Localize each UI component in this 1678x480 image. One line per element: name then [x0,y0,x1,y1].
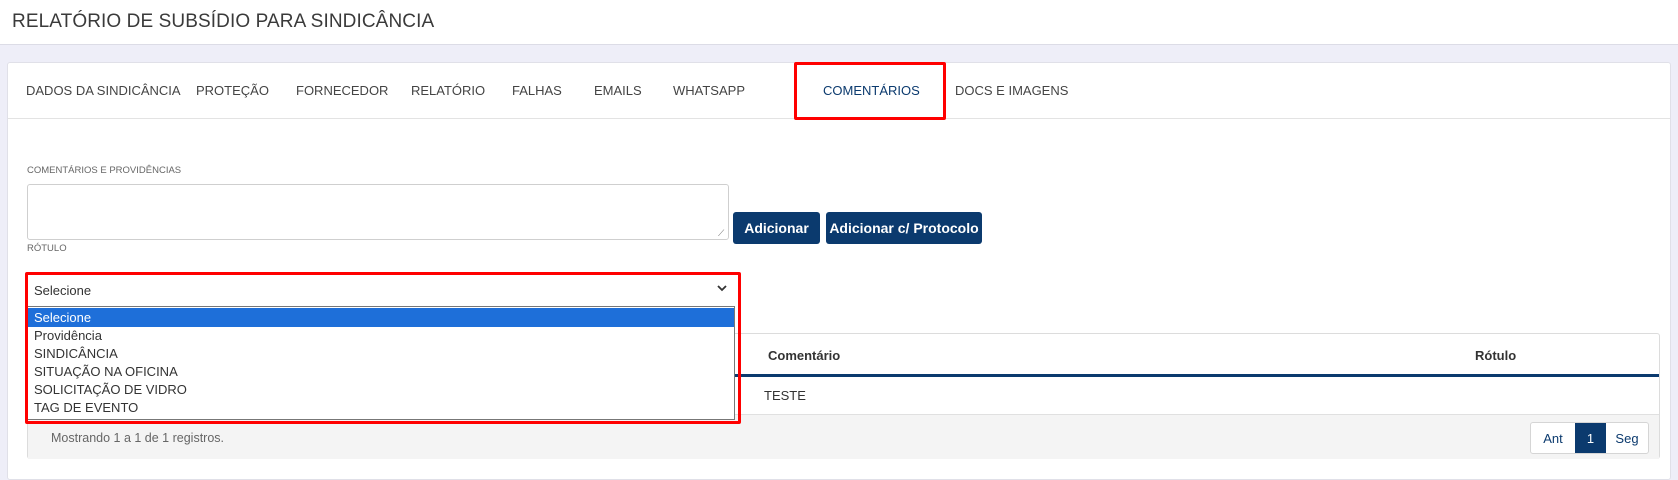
tab-whatsapp[interactable]: WHATSAPP [673,83,745,98]
table-info: Mostrando 1 a 1 de 1 registros. [51,431,225,445]
pagination-next[interactable]: Seg [1606,423,1648,453]
content-card: DADOS DA SINDICÂNCIA PROTEÇÃO FORNECEDOR… [7,62,1671,480]
resize-grip-icon[interactable]: ⟋ [718,229,727,238]
rotulo-select[interactable]: Selecione [27,275,735,307]
tab-comentarios[interactable]: COMENTÁRIOS [823,83,920,98]
add-with-protocol-button[interactable]: Adicionar c/ Protocolo [826,212,982,244]
chevron-down-icon [717,281,727,295]
rotulo-select-value: Selecione [34,283,92,298]
tab-dados-da-sindicancia[interactable]: DADOS DA SINDICÂNCIA [26,83,181,98]
pagination: Ant 1 Seg [1530,422,1649,454]
rotulo-option-sindicancia[interactable]: SINDICÂNCIA [28,344,734,363]
tab-emails[interactable]: EMAILS [594,83,642,98]
rotulo-option-providencia[interactable]: Providência [28,326,734,345]
page-header: RELATÓRIO DE SUBSÍDIO PARA SINDICÂNCIA [0,0,1678,45]
pagination-page-1[interactable]: 1 [1575,423,1606,453]
rotulo-label: RÓTULO [27,243,67,254]
tab-protecao[interactable]: PROTEÇÃO [196,83,269,98]
rotulo-option-solicitacao-de-vidro[interactable]: SOLICITAÇÃO DE VIDRO [28,380,734,399]
comments-label: COMENTÁRIOS E PROVIDÊNCIAS [27,165,182,176]
column-header-comentario[interactable]: Comentário [768,348,840,363]
add-button[interactable]: Adicionar [733,212,820,244]
tab-docs-e-imagens[interactable]: DOCS E IMAGENS [955,83,1068,98]
rotulo-dropdown-list: Selecione Providência SINDICÂNCIA SITUAÇ… [27,306,735,420]
pagination-prev[interactable]: Ant [1531,423,1575,453]
tab-falhas[interactable]: FALHAS [512,83,562,98]
tab-relatorio[interactable]: RELATÓRIO [411,83,485,98]
rotulo-option-situacao-na-oficina[interactable]: SITUAÇÃO NA OFICINA [28,362,734,381]
comments-textarea[interactable]: ⟋ [27,184,729,240]
column-header-rotulo[interactable]: Rótulo [1475,348,1516,363]
cell-comentario: TESTE [764,388,806,403]
rotulo-option-selecione[interactable]: Selecione [28,308,734,327]
table-footer: Mostrando 1 a 1 de 1 registros. Ant 1 Se… [28,414,1659,459]
tab-fornecedor[interactable]: FORNECEDOR [296,83,388,98]
rotulo-option-tag-de-evento[interactable]: TAG DE EVENTO [28,398,734,417]
tab-bar: DADOS DA SINDICÂNCIA PROTEÇÃO FORNECEDOR… [8,63,1670,119]
page-title: RELATÓRIO DE SUBSÍDIO PARA SINDICÂNCIA [12,11,435,32]
